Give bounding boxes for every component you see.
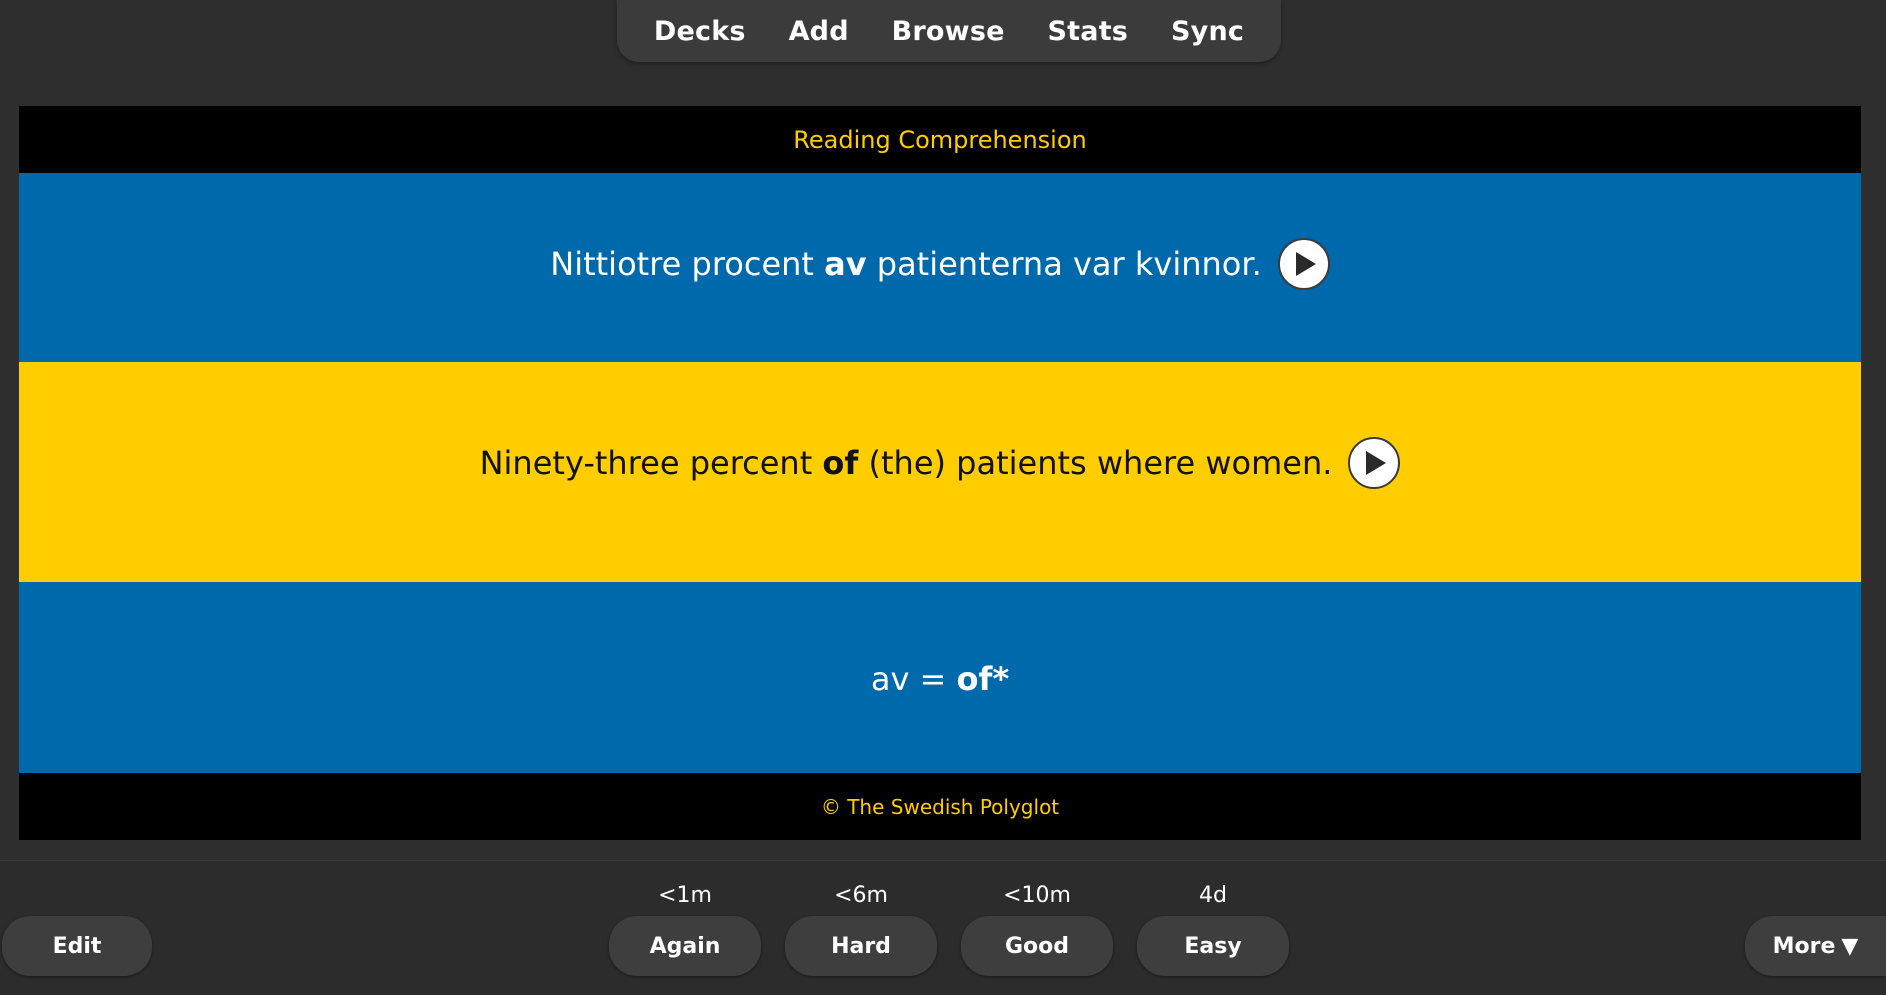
triangle-down-icon: ▼ (1841, 933, 1859, 959)
hard-button-label: Hard (831, 933, 891, 959)
swedish-sentence-band: Nittiotre procent av patienterna var kvi… (19, 173, 1861, 362)
nav-browse[interactable]: Browse (886, 12, 1011, 51)
english-sentence-band: Ninety-three percent of (the) patients w… (19, 362, 1861, 582)
play-icon (1295, 251, 1316, 276)
nav-add[interactable]: Add (783, 12, 855, 51)
copyright-text: © The Swedish Polyglot (820, 794, 1060, 819)
deck-title: Reading Comprehension (793, 125, 1087, 154)
english-sentence-end: (the) patients where women. (858, 444, 1333, 482)
translation-note: av = of* (871, 660, 1009, 698)
english-sentence: Ninety-three percent of (the) patients w… (480, 437, 1401, 489)
play-icon (1366, 451, 1387, 475)
top-navigation: Decks Add Browse Stats Sync (617, 0, 1281, 62)
flashcard: Reading Comprehension Nittiotre procent … (19, 106, 1861, 840)
edit-button-label: Edit (52, 933, 102, 959)
note-translation: of* (956, 659, 1010, 698)
play-english-audio-button[interactable] (1348, 437, 1401, 489)
hard-button[interactable]: Hard (785, 916, 937, 976)
english-keyword: of (822, 444, 859, 482)
again-interval: <1m (658, 883, 712, 908)
swedish-keyword: av (824, 244, 867, 283)
english-sentence-start: Ninety-three percent (479, 444, 823, 482)
more-button-label: More (1772, 933, 1836, 959)
swedish-sentence-start: Nittiotre procent (550, 244, 825, 283)
again-button-label: Again (649, 933, 721, 959)
swedish-sentence: Nittiotre procent av patienterna var kvi… (550, 237, 1330, 290)
easy-interval: 4d (1199, 883, 1227, 908)
more-button[interactable]: More ▼ (1745, 916, 1886, 976)
edit-button[interactable]: Edit (2, 916, 152, 976)
card-footer: © The Swedish Polyglot (19, 773, 1861, 840)
nav-sync[interactable]: Sync (1165, 12, 1250, 51)
hard-interval: <6m (834, 883, 888, 908)
card-header: Reading Comprehension (19, 106, 1861, 173)
again-button[interactable]: Again (609, 916, 761, 976)
good-interval: <10m (1003, 883, 1071, 908)
good-button[interactable]: Good (961, 916, 1113, 976)
translation-note-band: av = of* (19, 582, 1861, 773)
answer-bar: Edit <1m Again <6m Hard <10m Good 4d Eas… (0, 860, 1886, 995)
easy-button-label: Easy (1184, 933, 1242, 959)
good-button-label: Good (1004, 933, 1070, 959)
play-swedish-audio-button[interactable] (1277, 237, 1330, 290)
review-screen: Decks Add Browse Stats Sync Reading Comp… (0, 0, 1886, 995)
note-term: av = (870, 659, 957, 698)
easy-button[interactable]: Easy (1137, 916, 1289, 976)
nav-stats[interactable]: Stats (1042, 12, 1135, 51)
swedish-sentence-end: patienterna var kvinnor. (866, 244, 1262, 283)
nav-decks[interactable]: Decks (648, 12, 752, 51)
